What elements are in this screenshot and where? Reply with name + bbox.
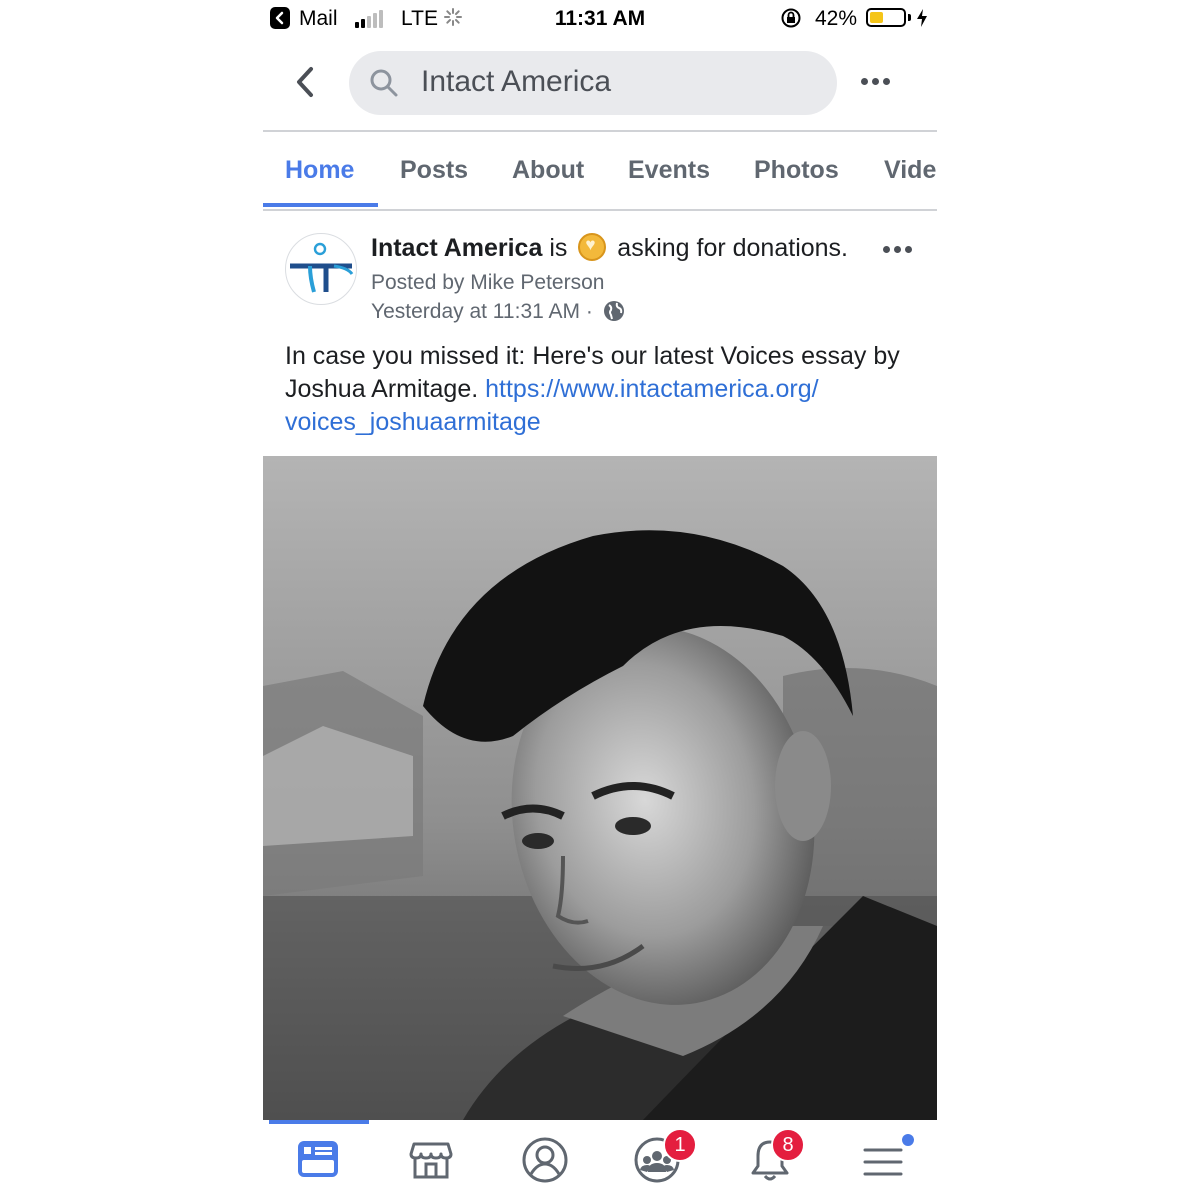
post-action-verb: is xyxy=(549,234,568,262)
tab-home[interactable]: Home xyxy=(285,156,354,185)
more-horizontal-icon xyxy=(861,64,895,98)
portrait-photo-graphic xyxy=(263,456,937,1120)
menu-dot-badge xyxy=(902,1134,914,1146)
tab-about[interactable]: About xyxy=(512,156,584,185)
page-tabs: Home Posts About Events Photos Vide xyxy=(263,131,937,211)
intact-america-logo xyxy=(290,242,354,293)
tab-photos[interactable]: Photos xyxy=(754,156,839,185)
post-link-part2[interactable]: voices_joshuaarmitage xyxy=(285,408,541,436)
more-horizontal-icon xyxy=(883,237,919,261)
battery-level-fill xyxy=(870,12,883,23)
nav-news-feed[interactable] xyxy=(295,1136,347,1188)
search-header: Intact America xyxy=(263,38,937,132)
menu-icon xyxy=(863,1148,903,1176)
news-feed-icon xyxy=(298,1141,338,1177)
post-title-line: Intact America is asking for donations. xyxy=(371,233,848,263)
orientation-lock-icon xyxy=(781,8,801,28)
tab-events[interactable]: Events xyxy=(628,156,710,185)
profile-icon xyxy=(522,1137,568,1183)
tab-videos[interactable]: Vide xyxy=(884,156,936,185)
globe-icon xyxy=(603,301,624,321)
post-photo[interactable] xyxy=(263,456,937,1120)
post-options-button[interactable] xyxy=(883,237,919,261)
nav-marketplace[interactable] xyxy=(408,1136,460,1188)
facebook-app-screen: Mail LTE 11:31 AM 42% Intact America Hom… xyxy=(263,0,937,1200)
donation-coin-icon xyxy=(578,233,607,261)
nav-menu[interactable] xyxy=(859,1134,914,1188)
bottom-navigation: 1 8 xyxy=(263,1120,937,1200)
page-name-link[interactable]: Intact America xyxy=(371,234,542,262)
posted-by: Posted by Mike Peterson xyxy=(371,271,605,294)
active-nav-indicator xyxy=(269,1120,369,1124)
post-timestamp-line: Yesterday at 11:31 AM · xyxy=(371,300,625,324)
status-bar: Mail LTE 11:31 AM 42% xyxy=(263,0,937,38)
search-query[interactable]: Intact America xyxy=(421,65,611,99)
nav-profile[interactable] xyxy=(521,1136,573,1188)
battery-tip xyxy=(908,14,911,21)
active-tab-indicator xyxy=(263,203,378,207)
post-message: In case you missed it: Here's our latest… xyxy=(285,340,915,439)
search-icon xyxy=(370,69,398,97)
post-timestamp[interactable]: Yesterday at 11:31 AM xyxy=(371,300,580,323)
post-action-text: asking for donations. xyxy=(617,234,848,262)
tab-posts[interactable]: Posts xyxy=(400,156,468,185)
more-options-button[interactable] xyxy=(861,64,895,98)
charging-bolt-icon xyxy=(917,9,927,27)
nav-notifications[interactable]: 8 xyxy=(747,1128,805,1188)
timestamp-separator: · xyxy=(585,300,593,323)
post-header: Intact America is asking for donations. … xyxy=(263,211,937,331)
search-input[interactable]: Intact America xyxy=(349,51,837,115)
battery-icon xyxy=(866,8,906,27)
battery-percent: 42% xyxy=(815,7,858,30)
post-link-part1[interactable]: https://www.intactamerica.org/ xyxy=(485,375,818,403)
groups-badge: 1 xyxy=(663,1128,697,1162)
chevron-left-icon[interactable] xyxy=(289,62,325,102)
marketplace-icon xyxy=(409,1142,453,1179)
page-avatar[interactable] xyxy=(285,233,357,305)
notifications-badge: 8 xyxy=(771,1128,805,1162)
nav-groups[interactable]: 1 xyxy=(633,1128,697,1188)
